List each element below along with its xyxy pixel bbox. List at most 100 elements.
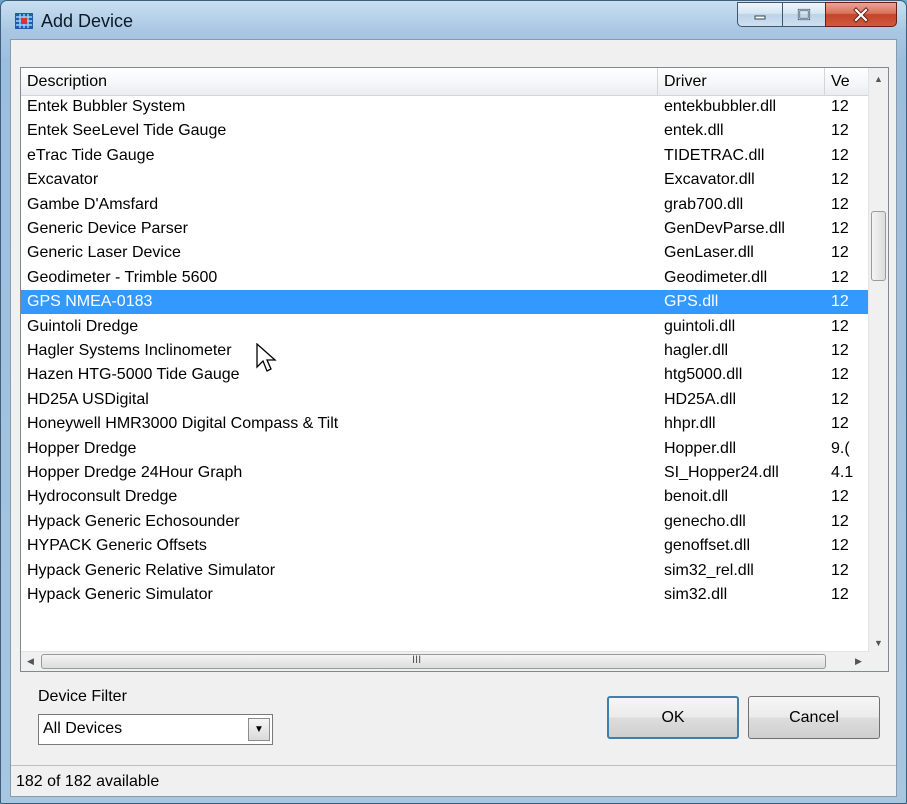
list-header: Description Driver Ve <box>21 68 870 96</box>
vertical-scrollbar[interactable]: ▲ ▼ <box>868 68 888 653</box>
window-title: Add Device <box>41 11 134 31</box>
table-row[interactable]: Excavator Excavator.dll 12 <box>21 168 870 192</box>
cell-description: Geodimeter - Trimble 5600 <box>27 268 218 286</box>
table-row[interactable]: Hagler Systems Inclinometer hagler.dll 12 <box>21 339 870 363</box>
cell-version: 12 <box>831 98 849 115</box>
table-row[interactable]: Hazen HTG-5000 Tide Gauge htg5000.dll 12 <box>21 363 870 387</box>
maximize-icon <box>797 8 811 21</box>
cell-description: Hagler Systems Inclinometer <box>27 342 232 359</box>
cell-driver: Excavator.dll <box>664 171 755 189</box>
cell-version: 12 <box>831 342 849 359</box>
cell-description: Hypack Generic Relative Simulator <box>27 561 276 579</box>
cell-description: Entek Bubbler System <box>27 98 186 115</box>
cell-version: 12 <box>831 512 849 530</box>
scrollbar-corner <box>869 652 888 671</box>
table-row[interactable]: GPS NMEA-0183 GPS.dll 12 <box>21 290 870 315</box>
table-row[interactable]: Hydroconsult Dredge benoit.dll 12 <box>21 485 870 509</box>
cell-version: 12 <box>831 268 849 286</box>
maximize-button[interactable] <box>782 2 826 27</box>
cell-driver: GenLaser.dll <box>664 244 754 262</box>
cell-driver: guintoli.dll <box>664 317 736 335</box>
table-row[interactable]: Generic Laser Device GenLaser.dll 12 <box>21 241 870 265</box>
minimize-button[interactable] <box>737 2 783 27</box>
table-row[interactable]: Generic Device Parser GenDevParse.dll 12 <box>21 217 870 241</box>
cell-driver: entekbubbler.dll <box>664 98 777 115</box>
column-header-description[interactable]: Description <box>21 68 658 95</box>
cell-version: 12 <box>831 561 849 579</box>
status-bar: 182 of 182 available <box>11 765 896 796</box>
table-row[interactable]: Hypack Generic Simulator sim32.dll 12 <box>21 583 870 607</box>
device-filter-label: Device Filter <box>38 688 127 705</box>
close-button[interactable] <box>825 2 897 27</box>
device-filter-dropdown[interactable]: All Devices ▼ <box>38 714 273 745</box>
cell-version: 12 <box>831 220 849 237</box>
cell-version: 12 <box>831 195 849 213</box>
cell-description: Entek SeeLevel Tide Gauge <box>27 122 227 140</box>
cell-version: 12 <box>831 146 849 164</box>
table-row[interactable]: HD25A USDigital HD25A.dll 12 <box>21 388 870 412</box>
table-row[interactable]: Honeywell HMR3000 Digital Compass & Tilt… <box>21 412 870 436</box>
cell-version: 4.1 <box>831 464 854 481</box>
cell-driver: benoit.dll <box>664 488 729 506</box>
mouse-cursor-icon <box>256 343 277 372</box>
cell-driver: HD25A.dll <box>664 390 737 408</box>
scroll-down-arrow-icon[interactable]: ▼ <box>870 634 887 651</box>
cell-description: Generic Device Parser <box>27 220 188 237</box>
cell-description: Gambe D'Amsfard <box>27 195 159 213</box>
cell-description: Guintoli Dredge <box>27 317 139 335</box>
dropdown-arrow-icon[interactable]: ▼ <box>248 718 270 741</box>
cell-description: HYPACK Generic Offsets <box>27 537 207 555</box>
cell-driver: Geodimeter.dll <box>664 268 768 286</box>
cell-driver: genoffset.dll <box>664 537 750 555</box>
dialog-body: Description Driver Ve Entek Bubbler Syst… <box>10 39 897 797</box>
column-header-version[interactable]: Ve <box>825 68 870 95</box>
cell-version: 9.( <box>831 439 850 457</box>
cell-driver: genecho.dll <box>664 512 746 530</box>
cell-version: 12 <box>831 390 849 408</box>
vertical-scroll-thumb[interactable] <box>871 211 886 281</box>
cell-description: Hopper Dredge <box>27 439 137 457</box>
table-row[interactable]: Hopper Dredge 24Hour Graph SI_Hopper24.dl… <box>21 461 870 485</box>
cell-version: 12 <box>831 171 849 189</box>
cell-driver: hagler.dll <box>664 342 729 359</box>
cell-version: 12 <box>831 122 849 140</box>
scroll-up-arrow-icon[interactable]: ▲ <box>870 70 887 87</box>
table-row[interactable]: Entek Bubbler System entekbubbler.dll 12 <box>21 95 870 119</box>
scroll-left-arrow-icon[interactable]: ◀ <box>22 653 39 670</box>
table-row[interactable]: HYPACK Generic Offsets genoffset.dll 12 <box>21 534 870 558</box>
scroll-right-arrow-icon[interactable]: ▶ <box>850 653 867 670</box>
cell-driver: Hopper.dll <box>664 439 737 457</box>
table-row[interactable]: Entek SeeLevel Tide Gauge entek.dll 12 <box>21 119 870 143</box>
title-bar[interactable]: Add Device <box>1 1 906 41</box>
cell-description: Hypack Generic Echosounder <box>27 512 240 530</box>
horizontal-scrollbar[interactable]: ◀ III ▶ <box>21 651 870 671</box>
cell-driver: htg5000.dll <box>664 366 743 384</box>
table-row[interactable]: Hopper Dredge Hopper.dll 9.( <box>21 437 870 461</box>
cell-description: Hydroconsult Dredge <box>27 488 178 506</box>
table-row[interactable]: Gambe D'Amsfard grab700.dll 12 <box>21 193 870 217</box>
cell-driver: GenDevParse.dll <box>664 220 785 237</box>
cancel-button[interactable]: Cancel <box>748 696 880 739</box>
horizontal-scroll-thumb[interactable]: III <box>41 654 826 669</box>
cell-description: eTrac Tide Gauge <box>27 146 155 164</box>
table-row[interactable]: Geodimeter - Trimble 5600 Geodimeter.dll 1… <box>21 266 870 290</box>
cell-version: 12 <box>831 537 849 555</box>
cell-version: 12 <box>831 488 849 506</box>
table-row[interactable]: eTrac Tide Gauge TIDETRAC.dll 12 <box>21 144 870 168</box>
column-header-driver[interactable]: Driver <box>658 68 825 95</box>
table-row[interactable]: Hypack Generic Echosounder genecho.dll 12 <box>21 510 870 534</box>
cell-description: Honeywell HMR3000 Digital Compass & Tilt <box>27 415 339 433</box>
cell-description: Excavator <box>27 171 99 189</box>
ok-button[interactable]: OK <box>607 696 739 739</box>
cell-driver: GPS.dll <box>664 293 719 311</box>
cell-version: 12 <box>831 586 849 603</box>
cell-driver: hhpr.dll <box>664 415 716 433</box>
cell-version: 12 <box>831 366 849 384</box>
cell-description: GPS NMEA-0183 <box>27 293 153 311</box>
table-row[interactable]: Hypack Generic Relative Simulator sim32_r… <box>21 559 870 583</box>
cell-version: 12 <box>831 317 849 335</box>
device-list[interactable]: Description Driver Ve Entek Bubbler Syst… <box>20 67 889 672</box>
cell-description: Hypack Generic Simulator <box>27 586 213 603</box>
cell-version: 12 <box>831 293 849 311</box>
table-row[interactable]: Guintoli Dredge guintoli.dll 12 <box>21 315 870 339</box>
